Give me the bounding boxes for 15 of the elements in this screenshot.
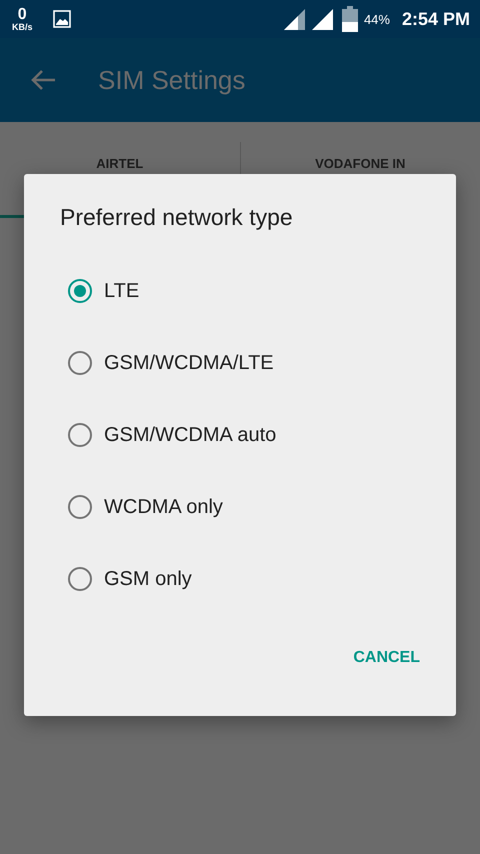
- battery-icon: [342, 6, 358, 32]
- clock-time: 2:54 PM: [402, 8, 470, 30]
- screen-title: SIM Settings: [98, 64, 246, 96]
- data-speed-unit: KB/s: [12, 22, 33, 32]
- radio-option[interactable]: GSM/WCDMA auto: [24, 399, 456, 471]
- back-arrow-icon[interactable]: [30, 68, 56, 92]
- signal-icon: [284, 8, 306, 30]
- data-speed-value: 0: [18, 6, 27, 22]
- radio-option[interactable]: GSM only: [24, 543, 456, 615]
- battery-percentage: 44%: [364, 12, 390, 26]
- image-notification-icon: [52, 10, 71, 28]
- radio-option[interactable]: LTE: [24, 255, 456, 327]
- radio-option[interactable]: GSM/WCDMA/LTE: [24, 327, 456, 399]
- signal-icon: [312, 8, 334, 30]
- radio-option[interactable]: WCDMA only: [24, 471, 456, 543]
